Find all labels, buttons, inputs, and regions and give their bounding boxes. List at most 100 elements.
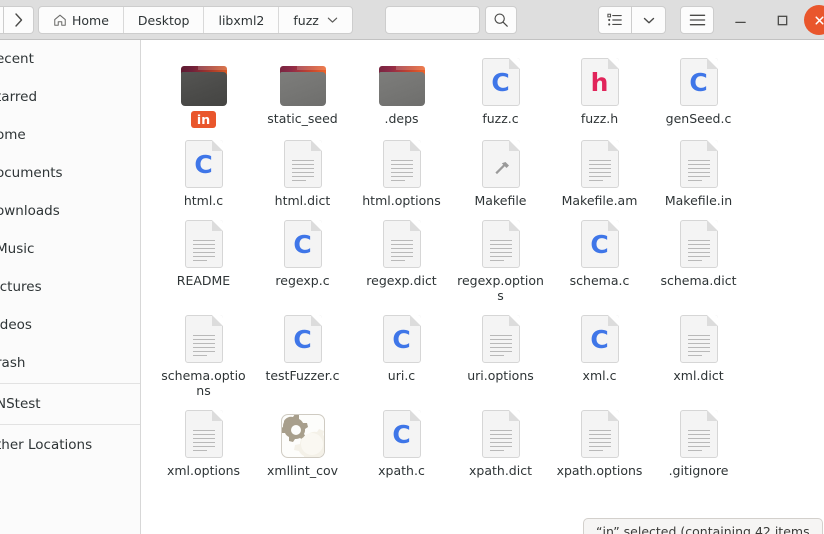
- file-label: xpath.dict: [469, 463, 532, 478]
- file-item[interactable]: xpath.options: [550, 398, 649, 478]
- folder-icon: [378, 66, 425, 106]
- file-item[interactable]: regexp.options: [451, 208, 550, 303]
- sidebar-item-music[interactable]: Music: [0, 230, 140, 268]
- doc-lines-icon: [192, 335, 215, 359]
- doc-lines-icon: [390, 160, 413, 184]
- file-item[interactable]: Makefile.in: [649, 128, 748, 208]
- close-button[interactable]: [804, 5, 824, 35]
- sidebar-label-pictures: ictures: [0, 279, 42, 295]
- text-file-icon: [481, 315, 520, 363]
- search-button[interactable]: [485, 6, 517, 34]
- home-icon: [54, 14, 66, 26]
- forward-button[interactable]: [4, 6, 34, 34]
- file-icon: [277, 54, 329, 106]
- file-view[interactable]: in static_seed .deps Cfuzz.c h fuzz.h CgenSeed…: [142, 40, 824, 534]
- minimize-button[interactable]: [726, 0, 754, 40]
- file-item[interactable]: xml.options: [154, 398, 253, 478]
- file-item[interactable]: xmllint_cov: [253, 398, 352, 478]
- file-label: regexp.c: [275, 273, 330, 288]
- sidebar-item-recent[interactable]: ecent: [0, 40, 140, 78]
- code-glyph-icon: C: [392, 420, 411, 449]
- file-item[interactable]: Cxpath.c: [352, 398, 451, 478]
- file-label: uri.options: [467, 368, 534, 383]
- sidebar-item-videos[interactable]: ideos: [0, 306, 140, 344]
- gears-icon: [281, 415, 324, 457]
- file-item[interactable]: Makefile: [451, 128, 550, 208]
- file-icon: [475, 136, 527, 188]
- file-item[interactable]: regexp.dict: [352, 208, 451, 303]
- doc-lines-icon: [192, 240, 215, 264]
- sidebar-item-nstest[interactable]: NStest: [0, 385, 140, 423]
- file-label: .deps: [384, 111, 419, 126]
- file-item[interactable]: Curi.c: [352, 303, 451, 398]
- file-item[interactable]: html.dict: [253, 128, 352, 208]
- file-icon: [376, 216, 428, 268]
- doc-lines-icon: [687, 430, 710, 454]
- sidebar-item-other-locations[interactable]: ther Locations: [0, 426, 140, 464]
- file-icon: C: [178, 136, 230, 188]
- code-glyph-icon: h: [590, 68, 609, 97]
- breadcrumb: Home Desktop libxml2 fuzz: [38, 6, 353, 34]
- source-file-icon: C: [580, 220, 619, 268]
- maximize-button[interactable]: [768, 0, 796, 40]
- sidebar-item-documents[interactable]: ocuments: [0, 154, 140, 192]
- list-view-button[interactable]: [598, 6, 632, 34]
- sidebar-label-recent: ecent: [0, 51, 34, 67]
- file-item[interactable]: xml.dict: [649, 303, 748, 398]
- view-options-button[interactable]: [632, 6, 666, 34]
- code-glyph-icon: C: [491, 68, 510, 97]
- text-file-icon: [184, 410, 223, 458]
- breadcrumb-item-home[interactable]: Home: [39, 7, 124, 33]
- file-item[interactable]: Cxml.c: [550, 303, 649, 398]
- file-label: testFuzzer.c: [265, 368, 340, 383]
- file-item[interactable]: Makefile.am: [550, 128, 649, 208]
- file-icon: [178, 406, 230, 458]
- file-item[interactable]: Cregexp.c: [253, 208, 352, 303]
- main-menu-button[interactable]: [680, 6, 714, 34]
- breadcrumb-label-home: Home: [72, 12, 109, 28]
- breadcrumb-item-libxml2[interactable]: libxml2: [204, 7, 280, 33]
- file-label: regexp.dict: [366, 273, 437, 288]
- source-file-icon: C: [283, 315, 322, 363]
- sidebar-item-downloads[interactable]: ownloads: [0, 192, 140, 230]
- source-file-icon: h: [580, 58, 619, 106]
- file-item[interactable]: uri.options: [451, 303, 550, 398]
- chevron-down-icon: [643, 17, 654, 23]
- view-mode-group: [598, 6, 666, 34]
- file-item[interactable]: Chtml.c: [154, 128, 253, 208]
- breadcrumb-item-fuzz[interactable]: fuzz: [279, 7, 351, 33]
- file-item[interactable]: html.options: [352, 128, 451, 208]
- file-item[interactable]: xpath.dict: [451, 398, 550, 478]
- source-file-icon: C: [283, 220, 322, 268]
- source-file-icon: C: [679, 58, 718, 106]
- sidebar-item-home[interactable]: ome: [0, 116, 140, 154]
- sidebar-item-starred[interactable]: tarred: [0, 78, 140, 116]
- sidebar-label-trash: rash: [0, 355, 26, 371]
- file-item[interactable]: schema.options: [154, 303, 253, 398]
- file-item[interactable]: .gitignore: [649, 398, 748, 478]
- file-icon: [475, 406, 527, 458]
- sidebar[interactable]: ecent tarred ome ocuments ownloads Music…: [0, 40, 141, 534]
- file-item[interactable]: CgenSeed.c: [649, 46, 748, 128]
- file-item[interactable]: Cfuzz.c: [451, 46, 550, 128]
- text-file-icon: [679, 220, 718, 268]
- file-item[interactable]: Cschema.c: [550, 208, 649, 303]
- file-item[interactable]: CtestFuzzer.c: [253, 303, 352, 398]
- file-label: .gitignore: [668, 463, 729, 478]
- file-label: fuzz.h: [580, 111, 619, 126]
- file-item[interactable]: .deps: [352, 46, 451, 128]
- sidebar-item-trash[interactable]: rash: [0, 344, 140, 382]
- breadcrumb-item-desktop[interactable]: Desktop: [124, 7, 205, 33]
- file-item[interactable]: README: [154, 208, 253, 303]
- file-item[interactable]: h fuzz.h: [550, 46, 649, 128]
- file-item[interactable]: schema.dict: [649, 208, 748, 303]
- file-item[interactable]: static_seed: [253, 46, 352, 128]
- doc-lines-icon: [588, 160, 611, 184]
- file-label: html.dict: [274, 193, 331, 208]
- location-input[interactable]: [385, 6, 480, 34]
- file-label: Makefile.am: [561, 193, 638, 208]
- file-item[interactable]: in: [154, 46, 253, 128]
- file-icon: C: [475, 54, 527, 106]
- text-file-icon: [481, 220, 520, 268]
- sidebar-item-pictures[interactable]: ictures: [0, 268, 140, 306]
